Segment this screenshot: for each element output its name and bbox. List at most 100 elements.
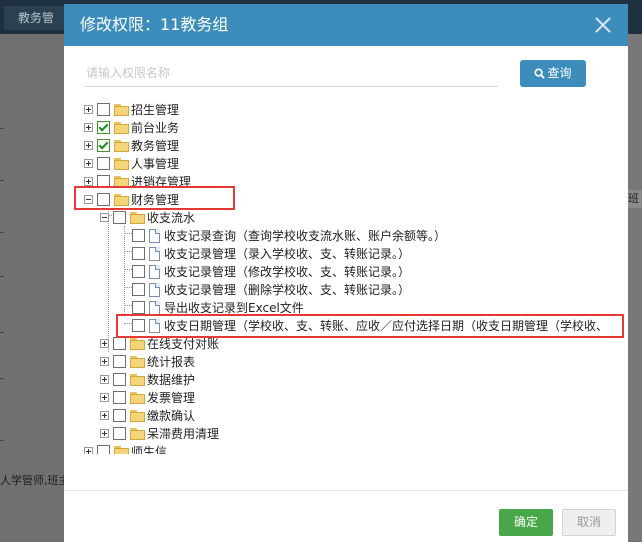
tree-folder-item[interactable]: 前台业务: [84, 119, 624, 137]
tree-item-label[interactable]: 数据维护: [147, 371, 195, 389]
expand-icon[interactable]: [84, 105, 93, 114]
background-divider: [0, 276, 4, 277]
tree-folder-item[interactable]: 在线支付对账: [100, 335, 624, 353]
folder-icon: [114, 176, 129, 188]
expand-icon[interactable]: [84, 159, 93, 168]
dialog-footer: 确定 取消: [64, 490, 628, 542]
expand-icon[interactable]: [84, 447, 93, 454]
background-left-panel: [0, 34, 64, 541]
background-divider: [0, 128, 4, 129]
tree-item-label[interactable]: 前台业务: [131, 119, 179, 137]
tree-folder-item[interactable]: 师生信: [84, 443, 624, 454]
tree-item-label[interactable]: 收支记录管理（删除学校收、支、转账记录。）: [164, 281, 410, 299]
expand-icon[interactable]: [84, 177, 93, 186]
tree-folder-item[interactable]: 招生管理: [84, 101, 624, 119]
tree-item-label[interactable]: 发票管理: [147, 389, 195, 407]
permission-checkbox[interactable]: [113, 373, 126, 386]
tree-folder-item[interactable]: 教务管理: [84, 137, 624, 155]
tree-item-label[interactable]: 收支记录查询（查询学校收支流水账、账户余额等。）: [164, 227, 446, 245]
tree-item-label[interactable]: 收支日期管理（学校收、支、转账、应收／应付选择日期（收支日期管理（学校收、: [164, 317, 608, 335]
permission-checkbox[interactable]: [97, 157, 110, 170]
tree-item-label[interactable]: 导出收支记录到Excel文件: [164, 299, 304, 317]
folder-icon: [114, 446, 129, 454]
tree-item-label[interactable]: 收支流水: [147, 209, 195, 227]
collapse-icon[interactable]: [100, 213, 109, 222]
cancel-button[interactable]: 取消: [562, 509, 616, 536]
folder-icon: [114, 122, 129, 134]
tree-folder-item[interactable]: 统计报表: [100, 353, 624, 371]
tree-item-label[interactable]: 招生管理: [131, 101, 179, 119]
file-icon: [149, 247, 160, 261]
file-icon: [149, 283, 160, 297]
collapse-icon[interactable]: [84, 195, 93, 204]
tree-item-label[interactable]: 财务管理: [131, 191, 179, 209]
permission-checkbox[interactable]: [113, 211, 126, 224]
permission-checkbox[interactable]: [113, 337, 126, 350]
confirm-button[interactable]: 确定: [499, 509, 553, 536]
tree-folder-item[interactable]: 数据维护: [100, 371, 624, 389]
tree-item-label[interactable]: 在线支付对账: [147, 335, 219, 353]
permission-checkbox[interactable]: [113, 355, 126, 368]
permission-checkbox[interactable]: [97, 121, 110, 134]
tree-item-label[interactable]: 收支记录管理（修改学校收、支、转账记录。）: [164, 263, 410, 281]
tree-leaf-item[interactable]: 导出收支记录到Excel文件: [116, 299, 624, 317]
search-button-label: 查询: [547, 66, 572, 80]
folder-icon: [130, 212, 145, 224]
tree-folder-item[interactable]: 财务管理: [84, 191, 624, 209]
permission-dialog: 修改权限：11教务组 查询 招生管理前台业务教务管理人事管理进销存管理财务管理收…: [64, 4, 628, 542]
tree-folder-item[interactable]: 人事管理: [84, 155, 624, 173]
permission-checkbox[interactable]: [97, 445, 110, 454]
tree-folder-item[interactable]: 发票管理: [100, 389, 624, 407]
background-right-panel: [628, 34, 642, 541]
permission-checkbox[interactable]: [97, 103, 110, 116]
expand-icon[interactable]: [84, 141, 93, 150]
permission-checkbox[interactable]: [132, 229, 145, 242]
permission-checkbox[interactable]: [132, 283, 145, 296]
tree-leaf-item[interactable]: 收支日期管理（学校收、支、转账、应收／应付选择日期（收支日期管理（学校收、: [116, 317, 624, 335]
tree-item-label[interactable]: 师生信: [131, 443, 167, 454]
close-icon[interactable]: [592, 14, 614, 36]
tree-leaf-item[interactable]: 收支记录查询（查询学校收支流水账、账户余额等。）: [116, 227, 624, 245]
background-divider: [0, 378, 4, 379]
tree-leaf-item[interactable]: 收支记录管理（删除学校收、支、转账记录。）: [116, 281, 624, 299]
permission-checkbox[interactable]: [113, 427, 126, 440]
expand-icon[interactable]: [100, 339, 109, 348]
permission-checkbox[interactable]: [113, 409, 126, 422]
permission-search-input[interactable]: [84, 60, 498, 87]
folder-icon: [130, 410, 145, 422]
search-icon: [534, 68, 546, 79]
permission-checkbox[interactable]: [97, 139, 110, 152]
background-divider: [0, 332, 4, 333]
folder-icon: [114, 158, 129, 170]
tree-item-label[interactable]: 教务管理: [131, 137, 179, 155]
tree-folder-item[interactable]: 缴款确认: [100, 407, 624, 425]
tree-folder-item[interactable]: 呆滞费用清理: [100, 425, 624, 443]
permission-checkbox[interactable]: [113, 391, 126, 404]
tree-item-label[interactable]: 人事管理: [131, 155, 179, 173]
tree-item-label[interactable]: 统计报表: [147, 353, 195, 371]
expand-icon[interactable]: [100, 429, 109, 438]
tree-leaf-item[interactable]: 收支记录管理（录入学校收、支、转账记录。）: [116, 245, 624, 263]
tree-connector-line: [108, 208, 109, 352]
tree-folder-item[interactable]: 收支流水: [100, 209, 624, 227]
expand-icon[interactable]: [100, 357, 109, 366]
tree-item-label[interactable]: 进销存管理: [131, 173, 191, 191]
permission-checkbox[interactable]: [97, 193, 110, 206]
expand-icon[interactable]: [100, 411, 109, 420]
permission-checkbox[interactable]: [132, 301, 145, 314]
tree-leaf-item[interactable]: 收支记录管理（修改学校收、支、转账记录。）: [116, 263, 624, 281]
tree-item-label[interactable]: 呆滞费用清理: [147, 425, 219, 443]
permission-checkbox[interactable]: [97, 175, 110, 188]
search-button[interactable]: 查询: [520, 60, 586, 87]
permission-checkbox[interactable]: [132, 265, 145, 278]
tree-item-label[interactable]: 缴款确认: [147, 407, 195, 425]
folder-icon: [114, 104, 129, 116]
tree-folder-item[interactable]: 进销存管理: [84, 173, 624, 191]
expand-icon[interactable]: [84, 123, 93, 132]
tree-item-label[interactable]: 收支记录管理（录入学校收、支、转账记录。）: [164, 245, 410, 263]
background-left-text: 人学管师,班主: [0, 474, 64, 487]
permission-checkbox[interactable]: [132, 247, 145, 260]
expand-icon[interactable]: [100, 393, 109, 402]
permission-checkbox[interactable]: [132, 319, 145, 332]
expand-icon[interactable]: [100, 375, 109, 384]
